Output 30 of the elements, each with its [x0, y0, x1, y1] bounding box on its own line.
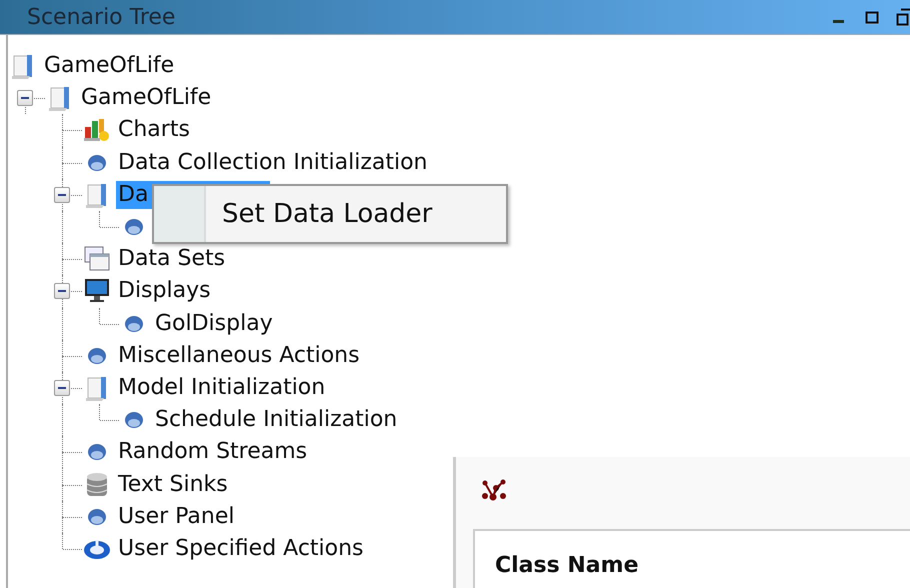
tree-item[interactable]: Schedule Initialization	[153, 406, 400, 434]
tree-item[interactable]: GolDisplay	[153, 310, 275, 338]
restore-button[interactable]	[896, 7, 910, 27]
tree-item[interactable]: User Specified Actions	[116, 534, 366, 563]
menu-item[interactable]: Set Data Loader	[206, 199, 506, 229]
tree-item[interactable]: Miscellaneous Actions	[116, 342, 362, 370]
minimize-icon	[832, 20, 844, 23]
windows-icon	[83, 245, 111, 274]
maximize-icon	[864, 9, 880, 25]
collapse-toggle[interactable]	[54, 380, 70, 396]
menu-gutter	[154, 186, 206, 242]
molecule-icon	[481, 479, 507, 501]
tree-item[interactable]: GameOfLife	[79, 84, 214, 112]
tree-item[interactable]: Displays	[116, 277, 213, 306]
tree-item[interactable]: Model Initialization	[116, 374, 328, 402]
collapse-toggle[interactable]	[54, 283, 70, 300]
column-header: Class Name	[495, 553, 638, 578]
restore-icon	[896, 8, 910, 26]
tree-item[interactable]: GameOfLife	[42, 52, 176, 80]
tree-item[interactable]: Text Sinks	[116, 470, 230, 499]
database-icon	[84, 470, 110, 499]
tree-item[interactable]: User Panel	[116, 502, 236, 531]
tree-item[interactable]: Data Collection Initialization	[116, 148, 430, 177]
tree-item[interactable]: Random Streams	[116, 438, 310, 466]
bar-chart-icon	[83, 117, 111, 144]
collapse-toggle[interactable]	[17, 90, 33, 106]
window-title: Scenario Tree	[26, 4, 176, 30]
tree-item[interactable]: Charts	[116, 116, 192, 144]
collapse-toggle[interactable]	[54, 186, 70, 203]
tree-item[interactable]: Data Sets	[116, 245, 228, 274]
